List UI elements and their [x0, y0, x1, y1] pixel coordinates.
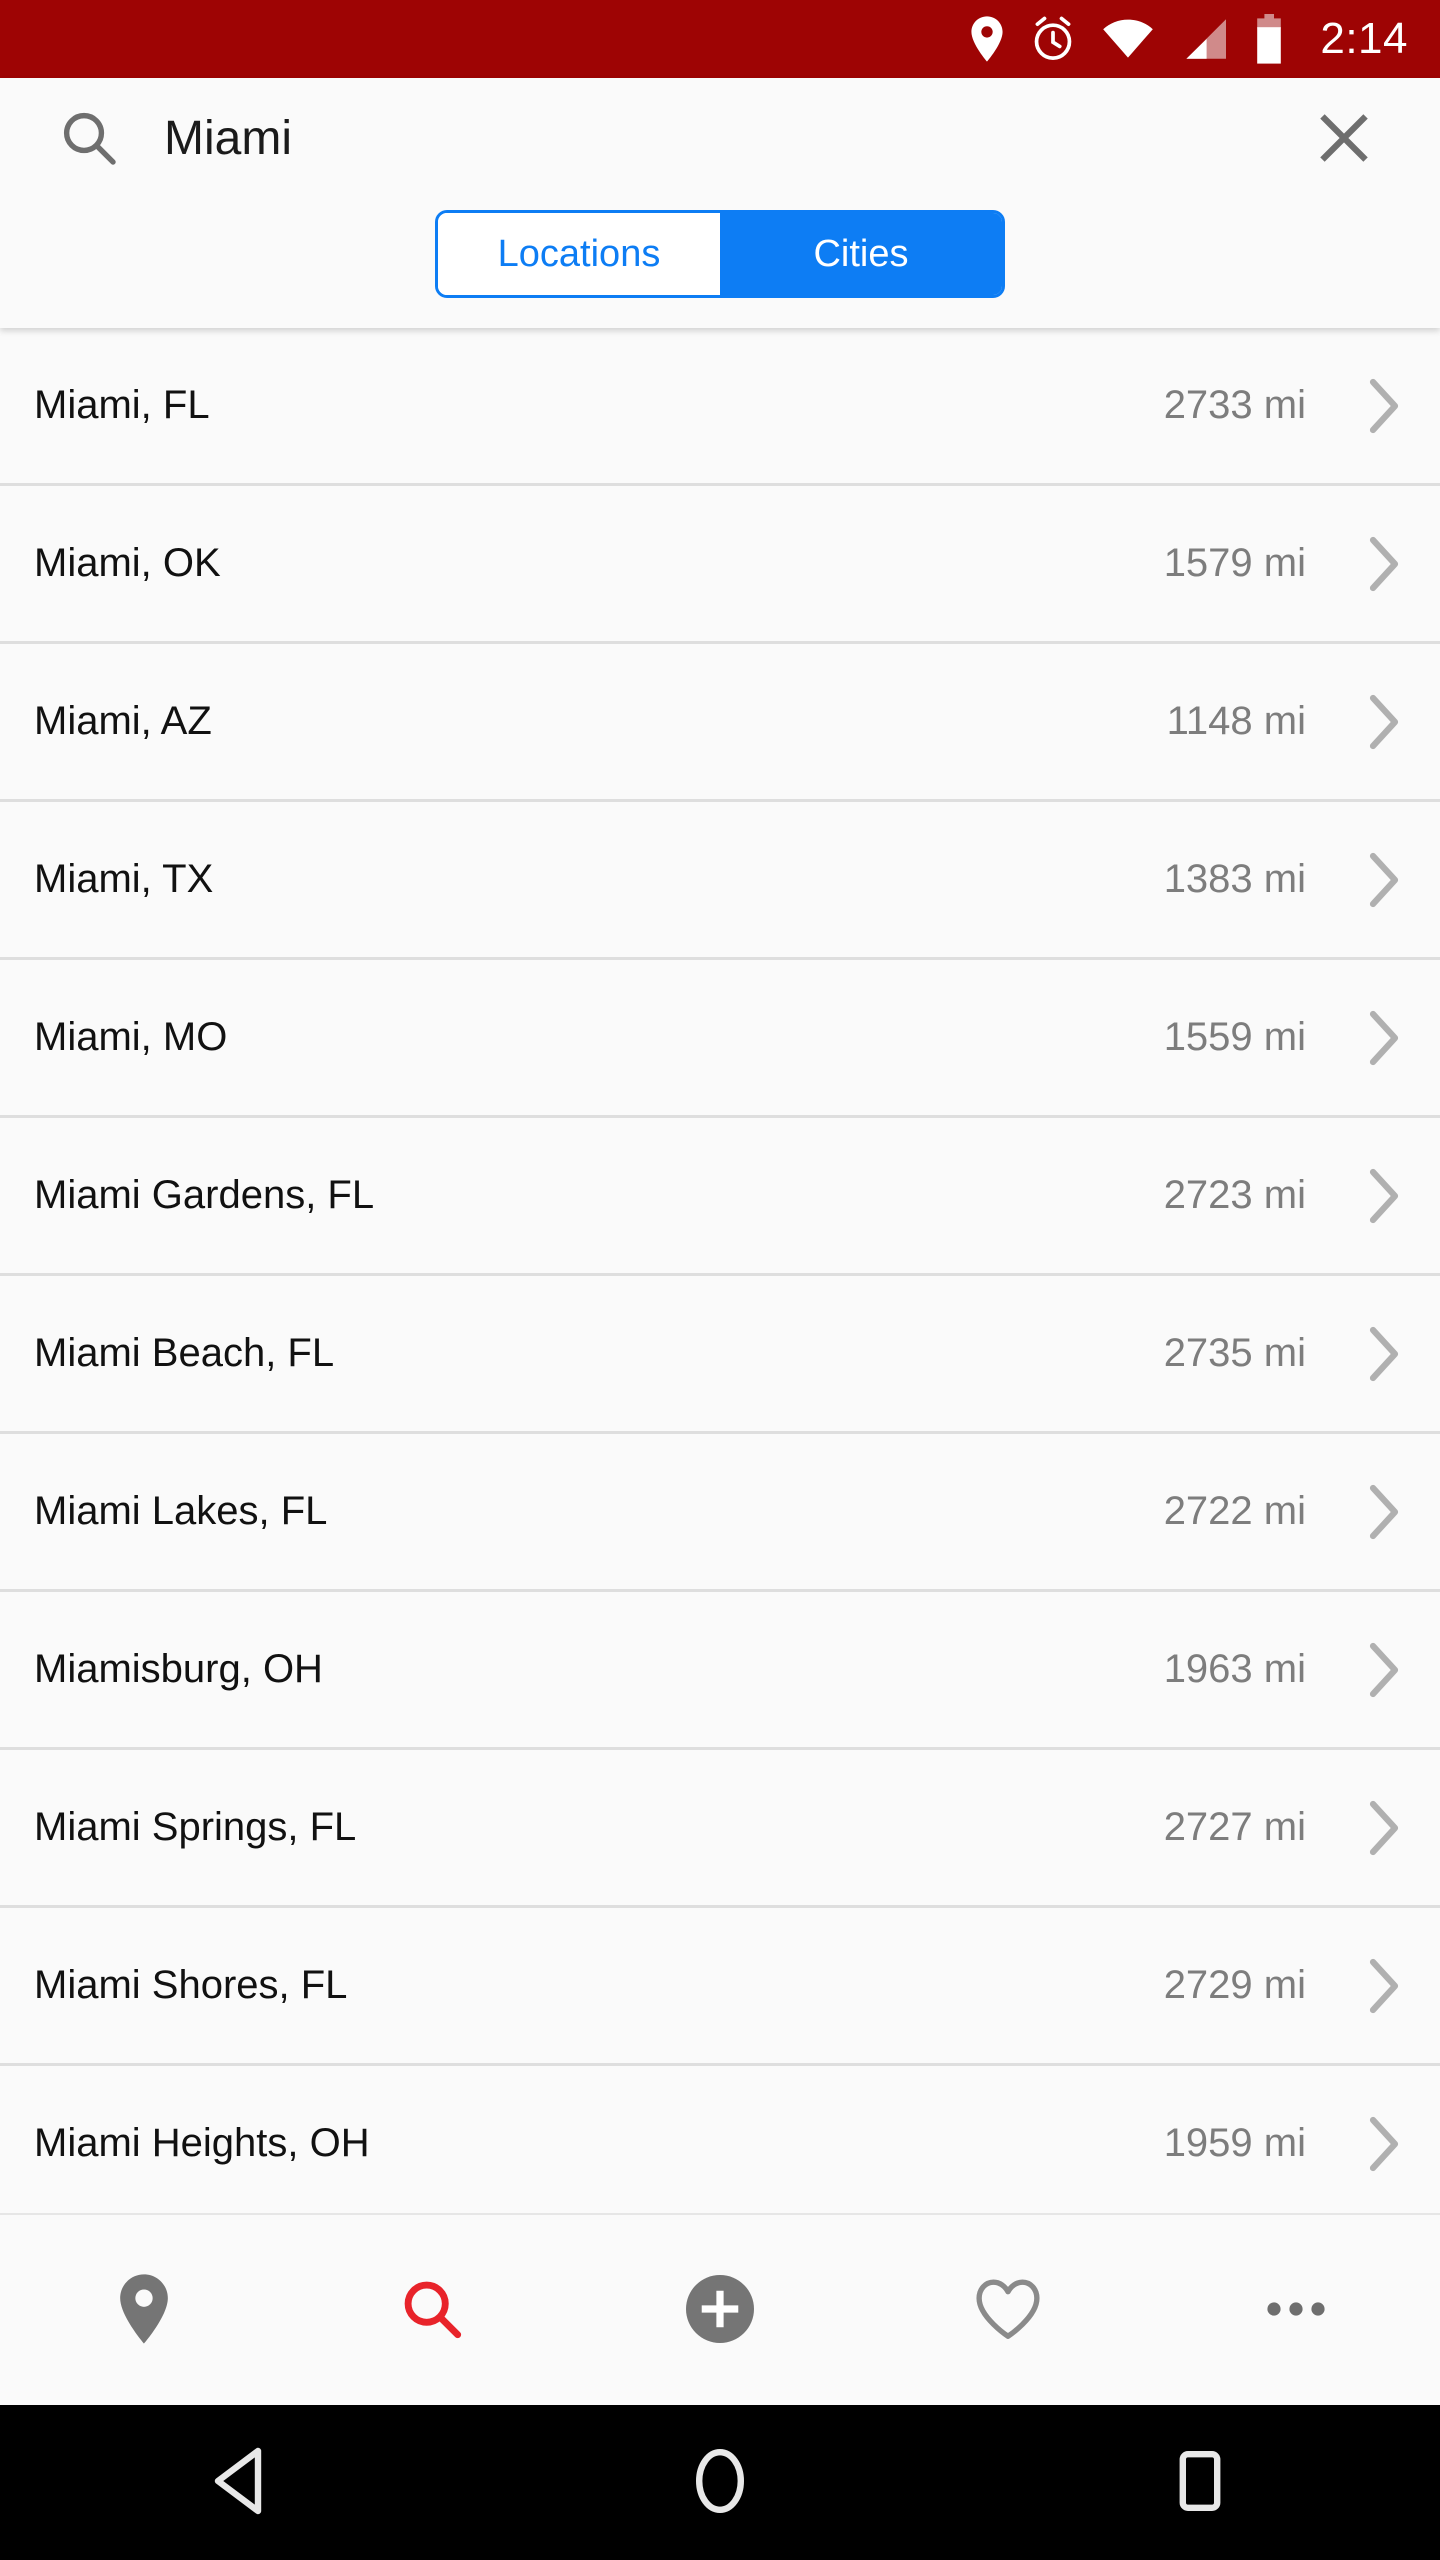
heart-icon — [975, 2278, 1041, 2343]
chevron-right-icon — [1364, 1168, 1404, 1224]
chevron-right-icon — [1364, 852, 1404, 908]
chevron-right-icon — [1364, 2116, 1404, 2172]
search-icon — [401, 2278, 463, 2343]
tab-cities[interactable]: Cities — [720, 213, 1002, 295]
chevron-right-icon — [1364, 1800, 1404, 1856]
chevron-right-icon — [1364, 536, 1404, 592]
search-results-list[interactable]: Miami, FL 2733 mi Miami, OK 1579 mi Miami, A… — [0, 328, 1440, 2213]
result-city-name: Miami Heights, OH — [34, 2121, 370, 2165]
nav-recents-button[interactable] — [960, 2405, 1440, 2560]
result-distance: 1959 mi — [1163, 2121, 1306, 2165]
result-distance: 1383 mi — [1163, 857, 1306, 901]
cellular-signal-icon — [1180, 18, 1228, 60]
overflow-menu-icon — [1265, 2299, 1327, 2322]
result-distance: 2723 mi — [1163, 1173, 1306, 1217]
result-distance: 2733 mi — [1163, 383, 1306, 427]
toolbar-add-button[interactable] — [576, 2215, 864, 2405]
result-distance: 2727 mi — [1163, 1805, 1306, 1849]
result-city-name: Miami, TX — [34, 857, 214, 901]
toolbar-favorites-button[interactable] — [864, 2215, 1152, 2405]
segmented-control-container: Locations Cities — [0, 198, 1440, 328]
table-row[interactable]: Miami, FL 2733 mi — [0, 328, 1440, 486]
result-city-name: Miami Springs, FL — [34, 1805, 357, 1849]
location-pin-icon — [118, 2273, 170, 2347]
chevron-right-icon — [1364, 694, 1404, 750]
chevron-right-icon — [1364, 1958, 1404, 2014]
status-bar-clock: 2:14 — [1320, 14, 1408, 63]
search-bar — [0, 78, 1440, 198]
result-distance: 2735 mi — [1163, 1331, 1306, 1375]
nav-home-button[interactable] — [480, 2405, 960, 2560]
result-city-name: Miami Lakes, FL — [34, 1489, 328, 1533]
table-row[interactable]: Miami Lakes, FL 2722 mi — [0, 1434, 1440, 1592]
table-row[interactable]: Miami, MO 1559 mi — [0, 960, 1440, 1118]
chevron-right-icon — [1364, 1326, 1404, 1382]
table-row[interactable]: Miami Beach, FL 2735 mi — [0, 1276, 1440, 1434]
recents-square-icon — [1172, 2447, 1228, 2518]
alarm-clock-icon — [1030, 16, 1076, 62]
table-row[interactable]: Miami, AZ 1148 mi — [0, 644, 1440, 802]
toolbar-more-button[interactable] — [1152, 2215, 1440, 2405]
result-city-name: Miamisburg, OH — [34, 1647, 323, 1691]
back-triangle-icon — [209, 2447, 271, 2518]
result-distance: 1963 mi — [1163, 1647, 1306, 1691]
chevron-right-icon — [1364, 378, 1404, 434]
toolbar-search-button[interactable] — [288, 2215, 576, 2405]
tab-locations[interactable]: Locations — [438, 213, 720, 295]
search-icon — [60, 109, 118, 167]
wifi-icon — [1102, 19, 1154, 59]
result-city-name: Miami, OK — [34, 541, 221, 585]
location-pin-icon — [970, 16, 1004, 62]
result-distance: 1579 mi — [1163, 541, 1306, 585]
nav-back-button[interactable] — [0, 2405, 480, 2560]
result-distance: 2722 mi — [1163, 1489, 1306, 1533]
toolbar-location-button[interactable] — [0, 2215, 288, 2405]
result-distance: 2729 mi — [1163, 1963, 1306, 2007]
table-row[interactable]: Miami Springs, FL 2727 mi — [0, 1750, 1440, 1908]
chevron-right-icon — [1364, 1010, 1404, 1066]
add-circle-icon — [686, 2274, 754, 2346]
chevron-right-icon — [1364, 1484, 1404, 1540]
table-row[interactable]: Miamisburg, OH 1963 mi — [0, 1592, 1440, 1750]
close-icon[interactable] — [1296, 90, 1392, 186]
bottom-toolbar — [0, 2213, 1440, 2405]
table-row[interactable]: Miami, TX 1383 mi — [0, 802, 1440, 960]
table-row[interactable]: Miami Heights, OH 1959 mi — [0, 2066, 1440, 2213]
chevron-right-icon — [1364, 1642, 1404, 1698]
result-city-name: Miami, FL — [34, 383, 210, 427]
result-city-name: Miami Shores, FL — [34, 1963, 348, 2007]
search-input[interactable] — [164, 110, 1296, 166]
result-city-name: Miami Gardens, FL — [34, 1173, 375, 1217]
search-header: Locations Cities — [0, 78, 1440, 328]
result-city-name: Miami Beach, FL — [34, 1331, 335, 1375]
table-row[interactable]: Miami Gardens, FL 2723 mi — [0, 1118, 1440, 1276]
result-city-name: Miami, MO — [34, 1015, 228, 1059]
home-circle-icon — [689, 2447, 751, 2518]
phone-screen: 2:14 Locations Cities Mi — [0, 0, 1440, 2560]
table-row[interactable]: Miami Shores, FL 2729 mi — [0, 1908, 1440, 2066]
battery-icon — [1254, 14, 1284, 64]
result-city-name: Miami, AZ — [34, 699, 212, 743]
segmented-control: Locations Cities — [435, 210, 1005, 298]
status-bar: 2:14 — [0, 0, 1440, 78]
table-row[interactable]: Miami, OK 1579 mi — [0, 486, 1440, 644]
android-nav-bar — [0, 2405, 1440, 2560]
result-distance: 1559 mi — [1163, 1015, 1306, 1059]
result-distance: 1148 mi — [1166, 699, 1306, 743]
